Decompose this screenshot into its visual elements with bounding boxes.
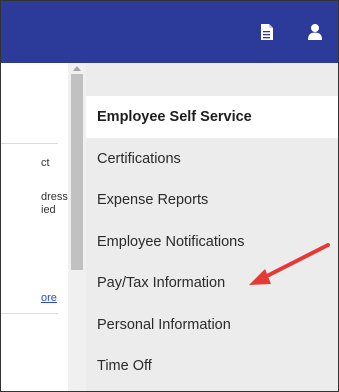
user-icon[interactable] — [307, 23, 323, 46]
truncated-text: dress — [41, 191, 68, 203]
document-icon[interactable] — [260, 23, 274, 46]
top-bar — [1, 1, 338, 63]
menu-header: Employee Self Service — [86, 96, 338, 138]
read-more-link[interactable]: ore — [41, 292, 57, 305]
vertical-scrollbar[interactable] — [68, 63, 86, 391]
divider — [1, 143, 58, 144]
truncated-text: ied — [41, 204, 56, 216]
menu-item-certifications[interactable]: Certifications — [86, 139, 338, 179]
menu-item-expense-reports[interactable]: Expense Reports — [86, 180, 338, 220]
scroll-thumb[interactable] — [71, 74, 83, 270]
menu-item-personal-information[interactable]: Personal Information — [86, 305, 338, 345]
truncated-text: ct — [41, 157, 50, 169]
divider — [1, 313, 58, 314]
menu-item-employee-notifications[interactable]: Employee Notifications — [86, 222, 338, 262]
menu-item-time-off[interactable]: Time Off — [86, 346, 338, 386]
menu-item-pay-tax-information[interactable]: Pay/Tax Information — [86, 263, 338, 303]
window-frame: ct dress ied ore Employee Self Service C… — [0, 0, 339, 392]
scroll-up-arrow-icon[interactable] — [73, 66, 81, 71]
self-service-menu: Employee Self Service Certifications Exp… — [86, 63, 338, 391]
left-content-pane: ct dress ied ore — [1, 63, 68, 391]
